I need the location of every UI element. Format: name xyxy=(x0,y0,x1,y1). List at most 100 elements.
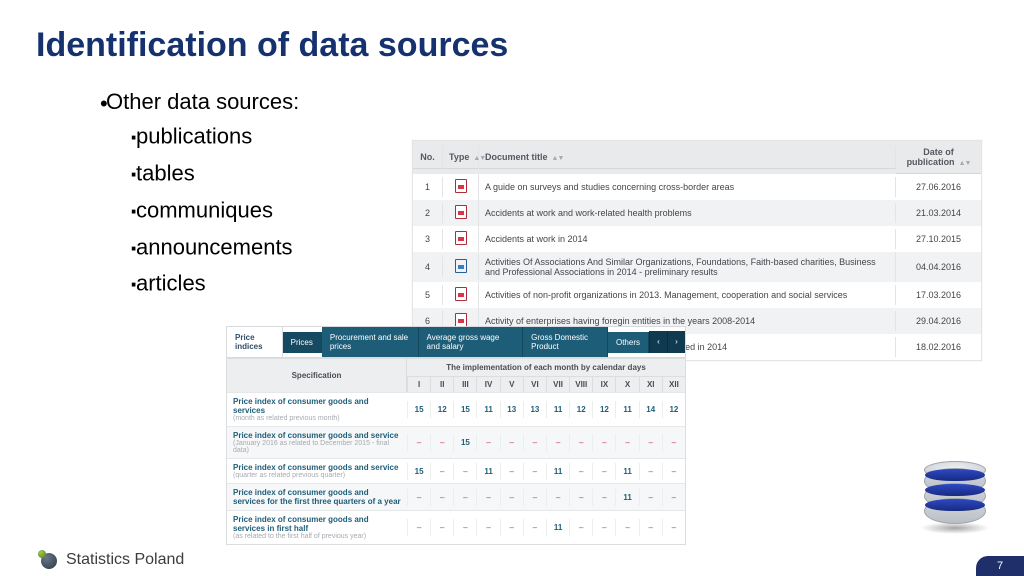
matrix-cell[interactable]: 11 xyxy=(546,519,569,536)
matrix-cell[interactable]: 12 xyxy=(569,401,592,418)
col-no[interactable]: No. xyxy=(413,146,443,169)
month-col: V xyxy=(500,377,523,392)
cell-date: 18.02.2016 xyxy=(896,337,981,357)
database-icon xyxy=(924,469,994,534)
table-row[interactable]: 4Activities Of Associations And Similar … xyxy=(413,252,981,282)
matrix-cell: – xyxy=(592,463,615,480)
month-col: III xyxy=(453,377,476,392)
matrix-cell: – xyxy=(662,463,685,480)
matrix-cell: – xyxy=(615,434,638,451)
matrix-cell[interactable]: 12 xyxy=(430,401,453,418)
pdf-icon xyxy=(455,313,467,327)
col-date[interactable]: Date of publication▲▼ xyxy=(896,141,981,174)
matrix-cell: – xyxy=(476,434,499,451)
page-number: 7 xyxy=(976,556,1024,576)
matrix-cell: – xyxy=(476,489,499,506)
matrix-cell: – xyxy=(662,519,685,536)
tab-prev-icon[interactable]: ‹ xyxy=(649,331,667,353)
months-title: The implementation of each month by cale… xyxy=(407,359,685,377)
cell-type xyxy=(443,200,479,226)
footer: Statistics Poland 7 xyxy=(0,536,1024,576)
matrix-cell[interactable]: 11 xyxy=(546,463,569,480)
bullet-top: Other data sources: xyxy=(100,86,299,119)
matrix-cell: – xyxy=(569,463,592,480)
col-type[interactable]: Type▲▼ xyxy=(443,146,479,169)
table-row[interactable]: 5Activities of non-profit organizations … xyxy=(413,282,981,308)
price-index-matrix: Specification The implementation of each… xyxy=(226,358,686,545)
matrix-cell: – xyxy=(639,434,662,451)
matrix-cell: – xyxy=(569,519,592,536)
cell-type xyxy=(443,226,479,252)
matrix-cell[interactable]: 14 xyxy=(639,401,662,418)
month-col: IX xyxy=(592,377,615,392)
col-title[interactable]: Document title▲▼ xyxy=(479,146,896,169)
matrix-cell[interactable]: 11 xyxy=(546,401,569,418)
month-col: X xyxy=(615,377,638,392)
col-specification: Specification xyxy=(227,359,407,392)
month-col: I xyxy=(407,377,430,392)
tab-others[interactable]: Others xyxy=(608,332,649,353)
bullet-list: Other data sources: publications tables … xyxy=(100,86,299,303)
brand-text: Statistics Poland xyxy=(66,551,184,569)
matrix-cell: – xyxy=(523,489,546,506)
month-col: IV xyxy=(476,377,499,392)
matrix-cell[interactable]: 11 xyxy=(615,401,638,418)
pdf-icon xyxy=(455,287,467,301)
cell-date: 27.10.2015 xyxy=(896,229,981,249)
matrix-cell[interactable]: 12 xyxy=(592,401,615,418)
matrix-cell[interactable]: 11 xyxy=(615,489,638,506)
matrix-cell[interactable]: 13 xyxy=(523,401,546,418)
matrix-cell: – xyxy=(523,519,546,536)
matrix-row: Price index of consumer goods and servic… xyxy=(227,458,685,483)
cell-type xyxy=(443,254,479,280)
tab-wage[interactable]: Average gross wage and salary xyxy=(419,327,524,357)
matrix-row: Price index of consumer goods and servic… xyxy=(227,392,685,426)
matrix-cell: – xyxy=(430,489,453,506)
tab-prices[interactable]: Prices xyxy=(283,332,322,353)
month-col: VIII xyxy=(569,377,592,392)
spec-cell: Price index of consumer goods and servic… xyxy=(227,393,407,426)
matrix-cell: – xyxy=(615,519,638,536)
bullet-item: tables xyxy=(130,156,299,193)
bullet-item: publications xyxy=(130,119,299,156)
matrix-cell[interactable]: 15 xyxy=(407,401,430,418)
matrix-cell[interactable]: 13 xyxy=(500,401,523,418)
tab-procure[interactable]: Procurement and sale prices xyxy=(322,327,419,357)
table-row[interactable]: 2Accidents at work and work-related heal… xyxy=(413,200,981,226)
matrix-cell: – xyxy=(407,489,430,506)
matrix-cell[interactable]: 15 xyxy=(453,434,476,451)
matrix-cell: – xyxy=(476,519,499,536)
table-row[interactable]: 3Accidents at work in 201427.10.2015 xyxy=(413,226,981,252)
bullet-item: communiques xyxy=(130,193,299,230)
cell-date: 21.03.2014 xyxy=(896,203,981,223)
matrix-cell[interactable]: 11 xyxy=(476,463,499,480)
matrix-cell[interactable]: 12 xyxy=(662,401,685,418)
matrix-cell: – xyxy=(453,463,476,480)
cell-no: 5 xyxy=(413,285,443,305)
matrix-cell: – xyxy=(662,489,685,506)
matrix-cell: – xyxy=(592,489,615,506)
month-col: VI xyxy=(523,377,546,392)
matrix-cell: – xyxy=(453,519,476,536)
brand: Statistics Poland xyxy=(38,550,184,570)
matrix-cell[interactable]: 11 xyxy=(476,401,499,418)
sort-icon[interactable]: ▲▼ xyxy=(552,155,564,162)
table-row[interactable]: 1A guide on surveys and studies concerni… xyxy=(413,174,981,200)
spec-cell: Price index of consumer goods and servic… xyxy=(227,427,407,458)
pdf-icon xyxy=(455,205,467,219)
pdf-icon xyxy=(455,179,467,193)
matrix-cell[interactable]: 11 xyxy=(615,463,638,480)
sort-icon[interactable]: ▲▼ xyxy=(959,160,971,167)
matrix-cell: – xyxy=(430,434,453,451)
matrix-cell[interactable]: 15 xyxy=(407,463,430,480)
tab-gdp[interactable]: Gross Domestic Product xyxy=(523,327,608,357)
matrix-cell: – xyxy=(569,434,592,451)
cell-title: Activities Of Associations And Similar O… xyxy=(479,252,896,282)
month-col: VII xyxy=(546,377,569,392)
matrix-cell[interactable]: 15 xyxy=(453,401,476,418)
matrix-row: Price index of consumer goods and servic… xyxy=(227,483,685,510)
month-col: II xyxy=(430,377,453,392)
tab-next-icon[interactable]: › xyxy=(667,331,685,353)
cell-date: 04.04.2016 xyxy=(896,257,981,277)
pdf-icon xyxy=(455,231,467,245)
